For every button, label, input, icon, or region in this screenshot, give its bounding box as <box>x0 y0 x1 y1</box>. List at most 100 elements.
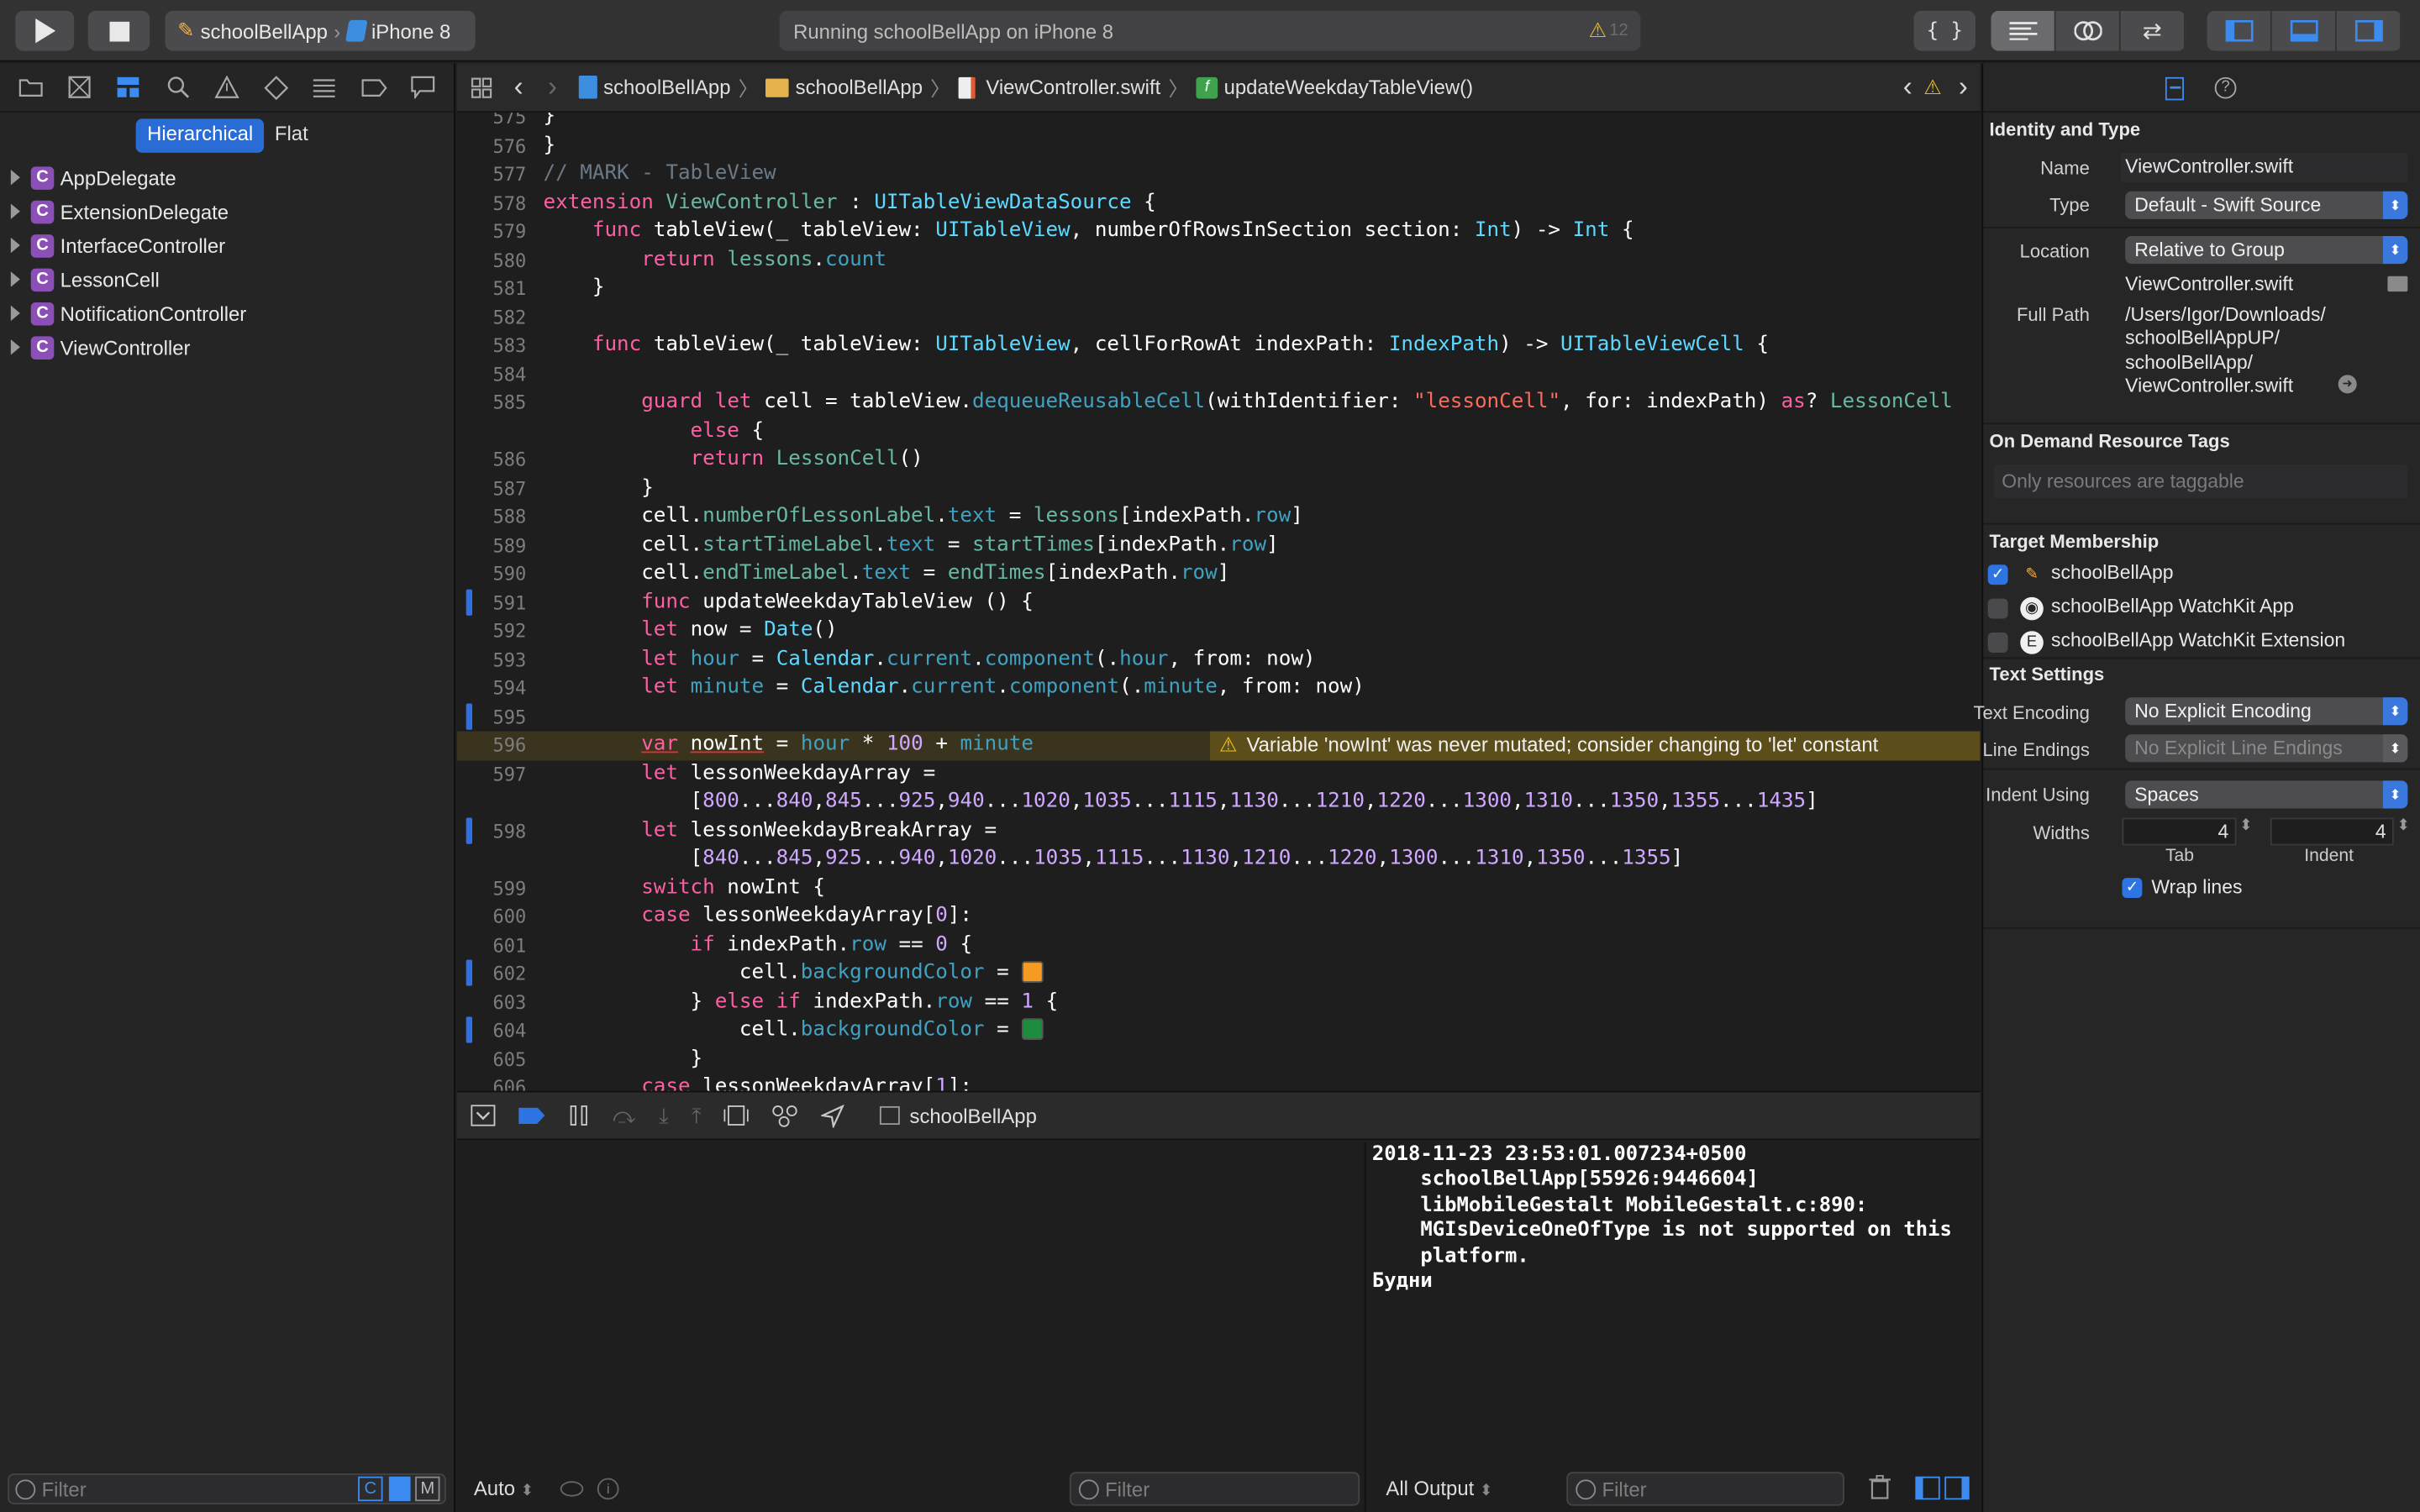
quick-help-icon[interactable]: ? <box>2214 76 2237 99</box>
code-line[interactable]: [800...840,845...925,940...1020,1035...1… <box>457 789 1981 817</box>
library-button[interactable]: { } <box>1913 10 1976 51</box>
indent-stepper-icon[interactable]: ⬍ <box>2396 817 2409 834</box>
view-hierarchy-icon[interactable] <box>724 1105 750 1126</box>
code-line[interactable]: 602 cell.backgroundColor = <box>457 959 1981 988</box>
wrap-lines-checkbox[interactable]: ✓ <box>2122 878 2143 898</box>
code-line[interactable]: 598 let lessonWeekdayBreakArray = <box>457 816 1981 846</box>
line-endings-popup[interactable]: No Explicit Line Endings ⬍ <box>2125 734 2408 763</box>
jump-group[interactable]: schoolBellApp <box>765 76 923 99</box>
color-literal-swatch[interactable] <box>1021 961 1044 983</box>
file-scope-icon[interactable] <box>388 1476 411 1502</box>
location-icon[interactable] <box>821 1104 845 1127</box>
next-issue-icon[interactable]: › <box>1959 71 1968 103</box>
process-label[interactable]: schoolBellApp <box>910 1104 1037 1127</box>
odr-tags-field[interactable]: Only resources are taggable <box>1994 464 2408 499</box>
variables-filter[interactable]: Filter <box>1069 1472 1360 1506</box>
standard-editor-button[interactable] <box>1991 10 2056 51</box>
code-line[interactable]: 586 return LessonCell() <box>457 446 1981 475</box>
code-line[interactable]: 581 } <box>457 275 1981 303</box>
code-line[interactable]: 584 <box>457 360 1981 389</box>
code-line[interactable]: 579 func tableView(_ tableView: UITableV… <box>457 218 1981 246</box>
indent-using-popup[interactable]: Spaces ⬍ <box>2125 780 2408 809</box>
debug-icon[interactable] <box>311 73 339 101</box>
code-line[interactable]: 594 let minute = Calendar.current.compon… <box>457 675 1981 703</box>
symbol-tree-item[interactable]: C ExtensionDelegate <box>0 194 455 228</box>
indent-width-field[interactable]: 4 <box>2270 817 2394 846</box>
pause-icon[interactable] <box>568 1105 590 1126</box>
name-field[interactable]: ViewController.swift <box>2120 152 2408 182</box>
stop-button[interactable] <box>87 10 150 51</box>
code-line[interactable]: else { <box>457 417 1981 446</box>
disclosure-triangle-icon[interactable] <box>10 203 20 219</box>
auto-selector[interactable]: Auto ⬍ <box>474 1477 534 1500</box>
code-line[interactable]: 596 var nowInt = hour * 100 + minute ⚠ Var… <box>456 731 1981 760</box>
code-line[interactable]: 599 switch nowInt { <box>457 874 1981 903</box>
disclosure-triangle-icon[interactable] <box>10 237 20 254</box>
warning-count[interactable]: 12 <box>1609 22 1628 40</box>
hierarchical-tab[interactable]: Hierarchical <box>136 118 265 153</box>
code-line[interactable]: 580 return lessons.count <box>457 246 1981 275</box>
back-icon[interactable]: ‹ <box>514 71 523 103</box>
code-line[interactable]: 585 guard let cell = tableView.dequeueRe… <box>457 389 1981 417</box>
toggle-inspector-button[interactable] <box>2336 10 2402 51</box>
jump-project[interactable]: schoolBellApp <box>578 76 730 99</box>
code-line[interactable]: 588 cell.numberOfLessonLabel.text = less… <box>457 503 1981 532</box>
code-line[interactable]: [840...845,925...940,1020...1035,1115...… <box>457 846 1981 874</box>
location-popup[interactable]: Relative to Group ⬍ <box>2125 236 2408 265</box>
symbol-tree-item[interactable]: C LessonCell <box>0 262 455 296</box>
disclosure-triangle-icon[interactable] <box>10 271 20 287</box>
step-out-icon[interactable]: ⤒ <box>692 1102 701 1128</box>
memory-graph-icon[interactable] <box>772 1104 798 1127</box>
code-line[interactable]: 577 // MARK - TableView <box>457 160 1981 189</box>
related-items-icon[interactable] <box>471 76 492 98</box>
breakpoints-toggle-icon[interactable] <box>518 1106 545 1125</box>
eye-icon[interactable] <box>560 1481 584 1497</box>
jump-file[interactable]: ViewController.swift <box>958 76 1160 99</box>
prev-issue-icon[interactable]: ‹ <box>1903 71 1912 103</box>
toggle-navigator-button[interactable] <box>2207 10 2272 51</box>
target-checkbox[interactable] <box>1987 633 2008 653</box>
tab-stepper-icon[interactable]: ⬍ <box>2239 817 2252 834</box>
disclosure-triangle-icon[interactable] <box>10 339 20 355</box>
forward-icon[interactable]: › <box>548 71 557 103</box>
source-editor[interactable]: 575} 576} 577// MARK - TableView 578 extensi… <box>456 113 1981 1091</box>
console-filter[interactable]: Filter <box>1566 1472 1844 1506</box>
warning-icon[interactable]: ⚠ <box>1589 18 1607 43</box>
code-line[interactable]: 600 case lessonWeekdayArray[0]: <box>457 902 1981 931</box>
code-line[interactable]: 587 } <box>457 475 1981 503</box>
target-checkbox[interactable] <box>1987 598 2008 619</box>
scheme-selector[interactable]: ✎ schoolBellApp › iPhone 8 <box>165 10 476 51</box>
code-line[interactable]: 603 } else if indexPath.row == 1 { <box>457 988 1981 1016</box>
file-inspector-icon[interactable] <box>2165 76 2184 101</box>
split-right-icon[interactable] <box>1944 1476 1970 1500</box>
step-over-icon[interactable]: ⤼ <box>613 1102 635 1128</box>
toggle-debug-area-button[interactable] <box>2271 10 2337 51</box>
run-button[interactable] <box>15 10 75 51</box>
code-line[interactable]: 606 case lessonWeekdayArray[1]: <box>457 1074 1981 1090</box>
folder-icon[interactable] <box>17 73 45 101</box>
output-selector[interactable]: All Output ⬍ <box>1386 1477 1492 1500</box>
report-icon[interactable] <box>409 73 437 101</box>
type-popup[interactable]: Default - Swift Source ⬍ <box>2125 191 2408 219</box>
symbol-navigator-icon[interactable] <box>115 73 143 101</box>
code-line[interactable]: 578 extension ViewController : UITableVie… <box>457 189 1981 218</box>
code-line[interactable]: 605 } <box>457 1045 1981 1074</box>
reveal-in-finder-icon[interactable]: ➜ <box>2338 375 2357 394</box>
version-editor-button[interactable]: ⇄ <box>2120 10 2186 51</box>
symbol-tree-item[interactable]: C ViewController <box>0 330 455 364</box>
trash-icon[interactable] <box>1869 1474 1891 1499</box>
code-line[interactable]: 590 cell.endTimeLabel.text = endTimes[in… <box>457 560 1981 589</box>
code-line[interactable]: 591 func updateWeekdayTableView () { <box>457 588 1981 617</box>
step-into-icon[interactable]: ⤓ <box>659 1102 668 1128</box>
encoding-popup[interactable]: No Explicit Encoding ⬍ <box>2125 697 2408 726</box>
code-line[interactable]: 575} <box>457 113 1981 132</box>
find-icon[interactable] <box>164 73 192 101</box>
code-line[interactable]: 601 if indexPath.row == 0 { <box>457 931 1981 959</box>
split-left-icon[interactable] <box>1915 1476 1940 1500</box>
color-literal-swatch[interactable] <box>1021 1018 1044 1040</box>
code-line[interactable]: 582 <box>457 303 1981 332</box>
symbol-tree-item[interactable]: C InterfaceController <box>0 228 455 262</box>
target-checkbox[interactable]: ✓ <box>1987 564 2008 585</box>
code-line[interactable]: 593 let hour = Calendar.current.componen… <box>457 646 1981 675</box>
code-line[interactable]: 583 func tableView(_ tableView: UITableV… <box>457 332 1981 360</box>
